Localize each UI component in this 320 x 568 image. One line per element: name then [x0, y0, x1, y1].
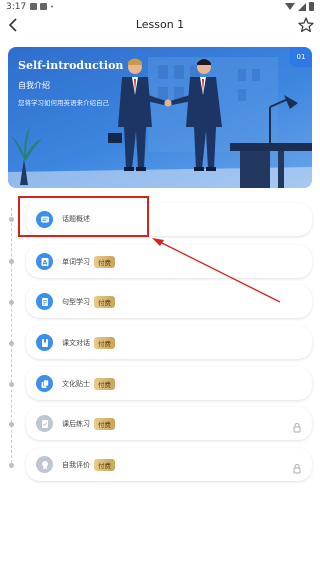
lesson-item-exercises[interactable]: 课后练习 付费: [26, 407, 312, 440]
paid-badge: 付费: [94, 459, 115, 471]
lesson-label: 课后练习 付费: [62, 418, 115, 430]
battery-icon: [309, 2, 314, 11]
paid-badge: 付费: [94, 418, 115, 430]
svg-text:A: A: [42, 259, 47, 266]
timeline-dot: [9, 341, 14, 346]
letter-a-icon: A: [36, 253, 53, 270]
lesson-label: 单词学习 付费: [62, 256, 115, 268]
checklist-icon: [36, 415, 53, 432]
status-time: 3:17: [6, 2, 27, 12]
paid-badge: 付费: [94, 256, 115, 268]
lesson-item-text-dialogue[interactable]: 课文对话 付费: [26, 326, 312, 359]
banner-description: 您将学习如何用英语来介绍自己: [18, 99, 109, 107]
timeline-dot: [9, 422, 14, 427]
timeline-dot: [9, 259, 14, 264]
lesson-number-badge: 01: [290, 47, 312, 67]
lesson-label: 句型学习 付费: [62, 296, 115, 308]
lesson-item-culture-tips[interactable]: 文化贴士 付费: [26, 367, 312, 400]
annotation-highlight-box: [18, 196, 149, 237]
timeline-dot: [9, 463, 14, 468]
lesson-label: 自我评价 付费: [62, 459, 115, 471]
timeline-dot: [9, 217, 14, 222]
lesson-label: 课文对话 付费: [62, 337, 115, 349]
favorite-button[interactable]: [296, 15, 316, 35]
cards-icon: [36, 375, 53, 392]
lesson-label: 文化贴士 付费: [62, 378, 115, 390]
badge-icon: [36, 456, 53, 473]
lesson-item-sentence-patterns[interactable]: 句型学习 付费: [26, 285, 312, 318]
status-bar: 3:17 •: [0, 0, 320, 14]
document-icon: [36, 293, 53, 310]
page-title: Lesson 1: [135, 18, 185, 31]
notification-icons: •: [30, 3, 54, 11]
paid-badge: 付费: [94, 378, 115, 390]
paid-badge: 付费: [94, 337, 115, 349]
lesson-item-self-evaluation[interactable]: 自我评价 付费: [26, 448, 312, 481]
wifi-icon: [285, 3, 295, 10]
banner-subtitle: 自我介绍: [18, 81, 50, 90]
top-app-bar: Lesson 1: [0, 14, 320, 38]
system-icons: [285, 2, 314, 11]
star-outline-icon: [298, 17, 314, 33]
banner-title: Self-introduction: [18, 59, 124, 72]
timeline-dot: [9, 300, 14, 305]
lock-icon: [292, 459, 302, 478]
lesson-banner: Self-introduction 自我介绍 您将学习如何用英语来介绍自己 01: [8, 47, 312, 188]
lock-icon: [292, 418, 302, 437]
timeline-dot: [9, 382, 14, 387]
book-icon: [36, 334, 53, 351]
paid-badge: 付费: [94, 296, 115, 308]
lesson-item-vocabulary[interactable]: A 单词学习 付费: [26, 245, 312, 278]
signal-icon: [298, 2, 306, 11]
